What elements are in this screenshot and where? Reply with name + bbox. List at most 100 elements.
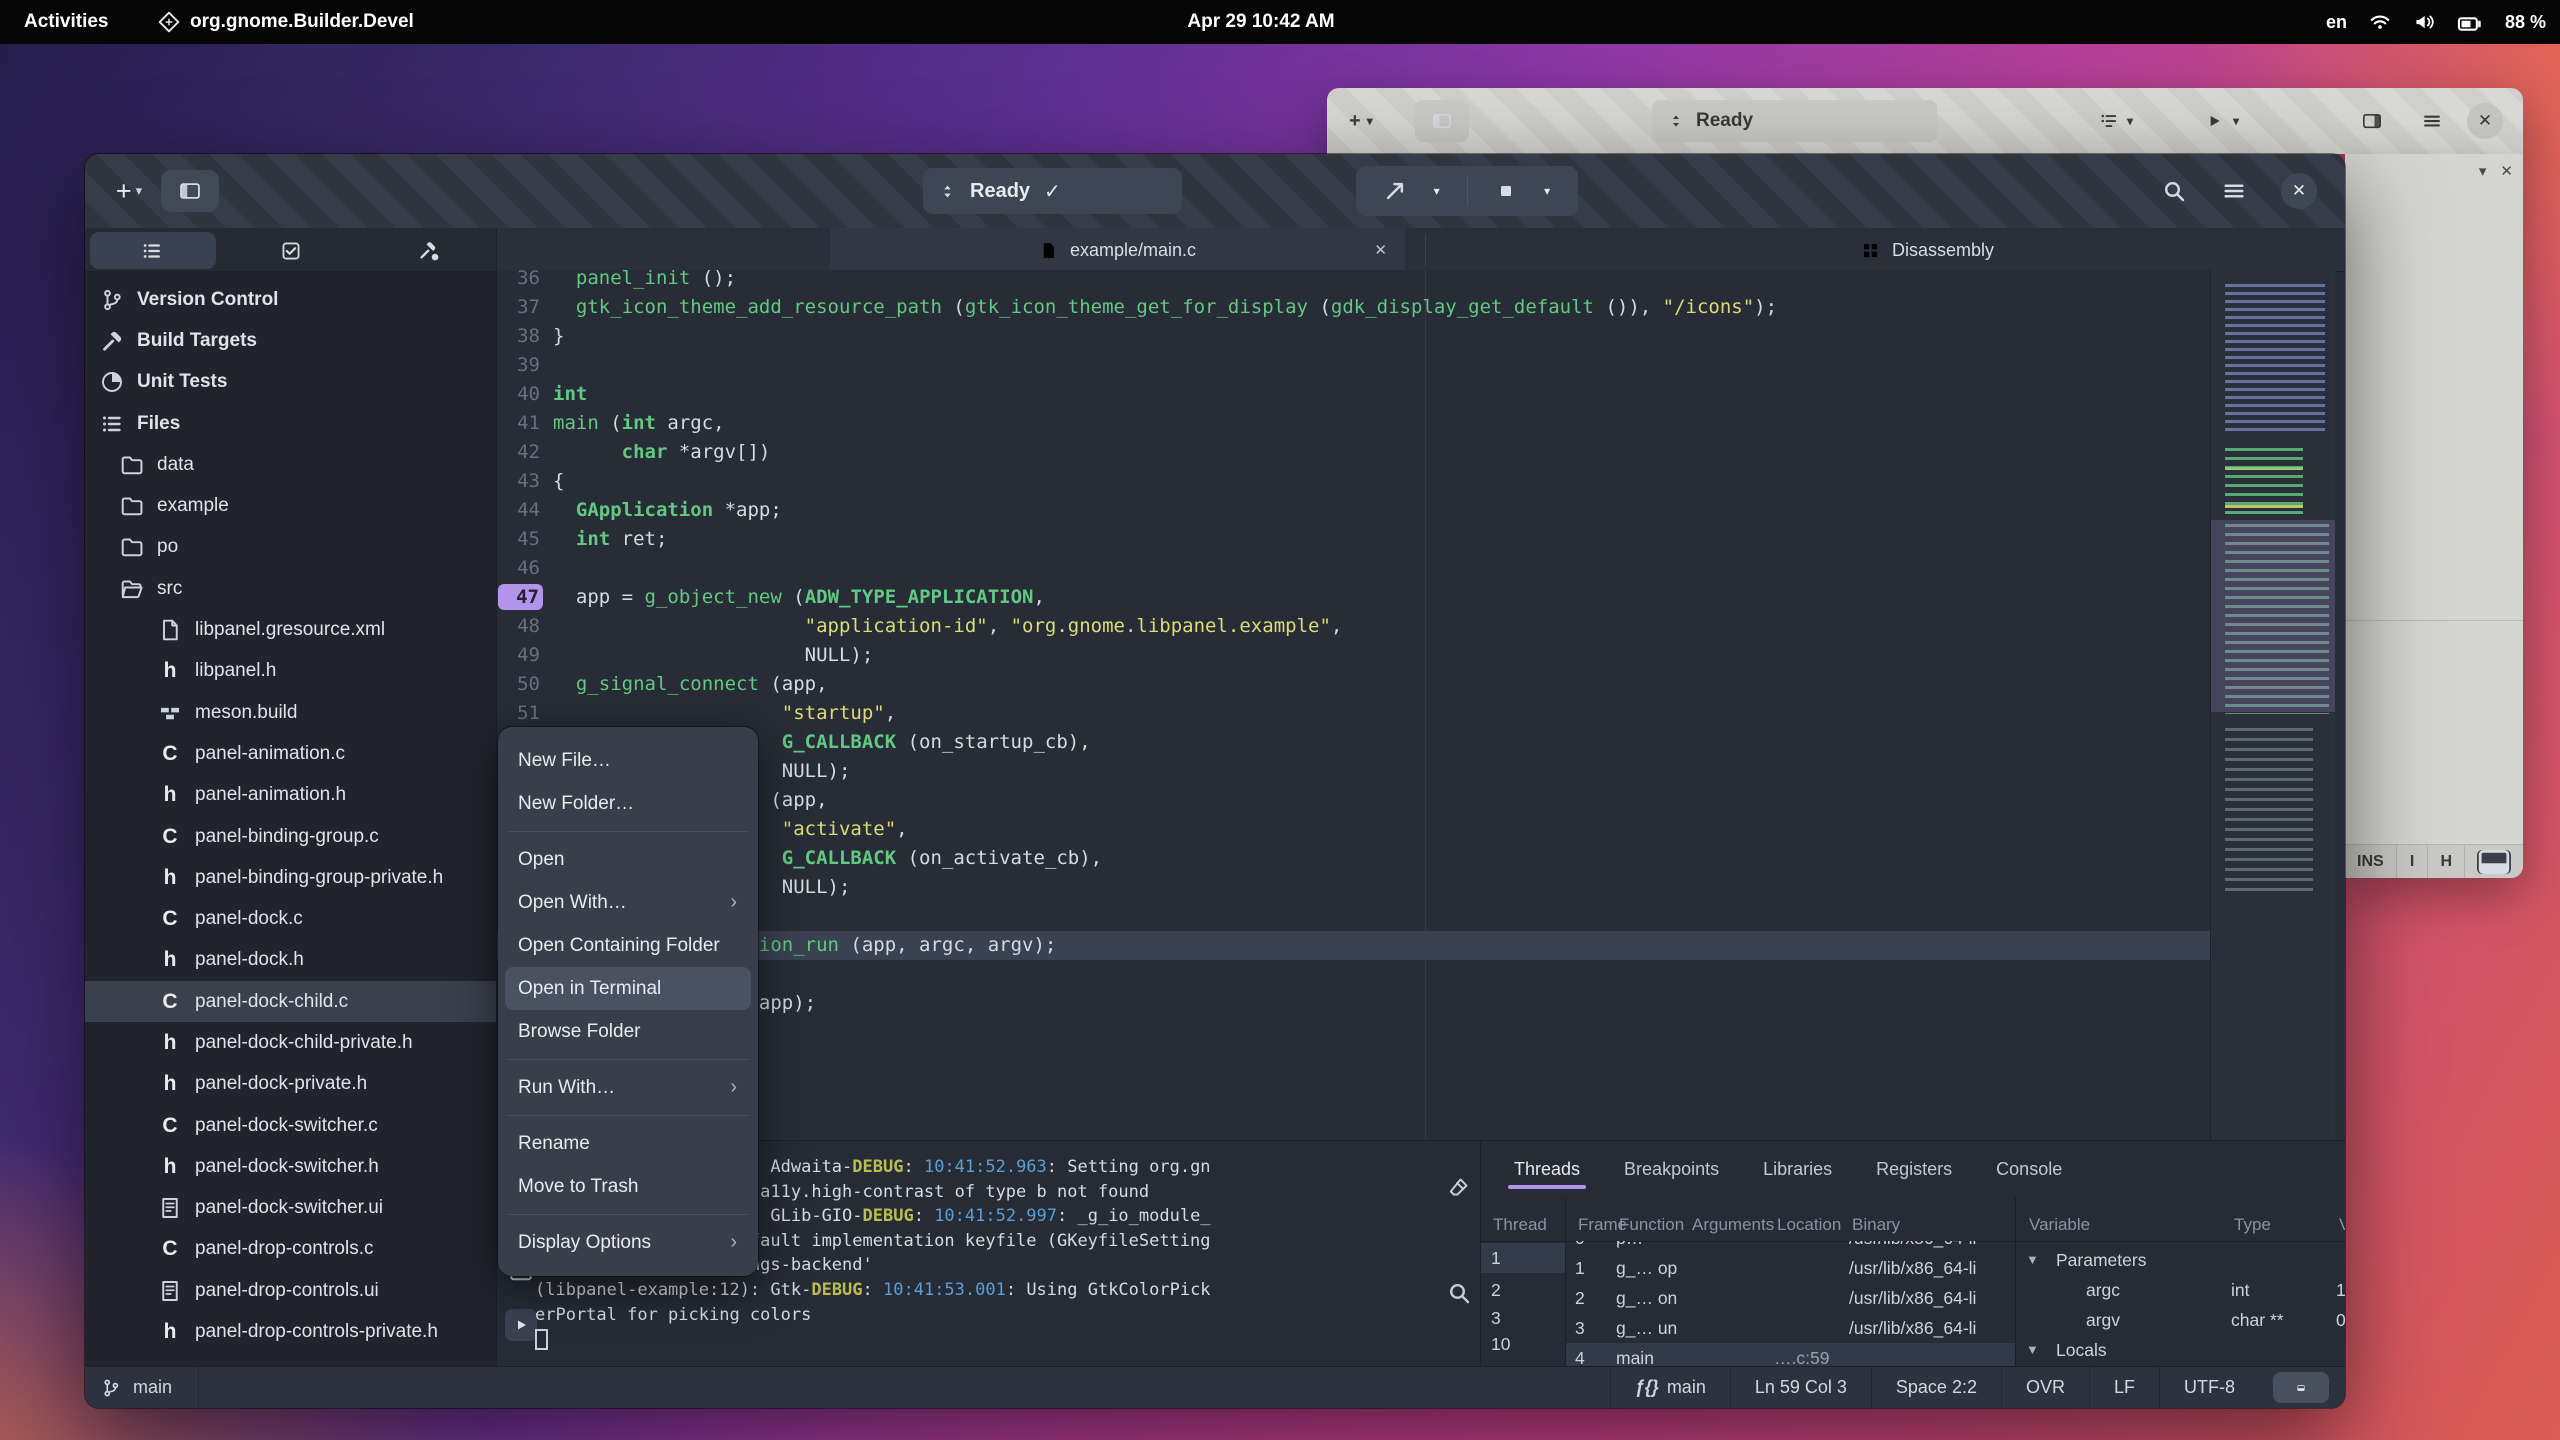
code-line-40[interactable]: 40int [497,380,2210,409]
debug-tab-registers[interactable]: Registers [1876,1159,1952,1180]
frame-row-1[interactable]: 1g_… op/usr/lib/x86_64-li [1566,1253,2015,1283]
status-space-2-2[interactable]: Space 2:2 [1871,1367,2001,1408]
code-line-47[interactable]: 47 app = g_object_new (ADW_TYPE_APPLICAT… [497,583,2210,612]
code-line-50[interactable]: 50 g_signal_connect (app, [497,670,2210,699]
bg-status-ins[interactable]: INS [2345,845,2397,878]
bg-toggle-panel-button[interactable] [2465,845,2523,878]
sidebar-item-example[interactable]: example [85,485,496,526]
sidebar-item-build-targets[interactable]: Build Targets [85,320,496,361]
bg-new-document-button[interactable]: +▾ [1349,88,1373,154]
toggle-left-panel-button[interactable] [161,170,219,212]
activities-button[interactable]: Activities [24,0,108,44]
thread-row-1[interactable]: 1 [1481,1243,1565,1273]
code-line-43[interactable]: 43{ [497,467,2210,496]
bg-toggle-right-panel-button[interactable] [2362,88,2382,154]
menu-item-display-options[interactable]: Display Options› [505,1221,751,1264]
code-line-48[interactable]: 48 "application-id", "org.gnome.libpanel… [497,612,2210,641]
sidebar-item-src[interactable]: src [85,568,496,609]
menu-item-open-with[interactable]: Open With…› [505,881,751,924]
run-icon[interactable] [1384,180,1406,202]
debug-tab-breakpoints[interactable]: Breakpoints [1624,1159,1719,1180]
sidebar-item-data[interactable]: data [85,444,496,485]
code-line-42[interactable]: 42 char *argv[]) [497,438,2210,467]
sidebar-item-meson-build[interactable]: meson.build [85,692,496,733]
bg-build-status-pill[interactable]: Ready [1652,100,1937,142]
thread-row-10[interactable]: 10 [1481,1329,1565,1359]
sidebar-tab-project-tree[interactable] [141,240,163,262]
sidebar-item-panel-animation-c[interactable]: Cpanel-animation.c [85,733,496,774]
menu-button[interactable] [2215,172,2253,210]
menu-item-open[interactable]: Open [505,838,751,881]
debug-tab-console[interactable]: Console [1996,1159,2062,1180]
menu-item-run-with[interactable]: Run With…› [505,1066,751,1109]
sidebar-item-panel-dock-child-private-h[interactable]: hpanel-dock-child-private.h [85,1022,496,1063]
tab-disassembly[interactable]: Disassembly [1510,228,2345,272]
sidebar-item-version-control[interactable]: Version Control [85,279,496,320]
stop-icon[interactable] [1496,181,1516,201]
sidebar-item-panel-animation-h[interactable]: hpanel-animation.h [85,775,496,816]
code-line-51[interactable]: 51 "startup", [497,699,2210,728]
sidebar-item-panel-drop-controls-c[interactable]: Cpanel-drop-controls.c [85,1229,496,1270]
sidebar-item-panel-dock-private-h[interactable]: hpanel-dock-private.h [85,1064,496,1105]
debug-tab-libraries[interactable]: Libraries [1763,1159,1832,1180]
code-line-41[interactable]: 41main (int argc, [497,409,2210,438]
sidebar-item-panel-binding-group-c[interactable]: Cpanel-binding-group.c [85,816,496,857]
sidebar-item-panel-dock-c[interactable]: Cpanel-dock.c [85,898,496,939]
code-line-39[interactable]: 39 [497,351,2210,380]
minimap-viewport[interactable] [2211,520,2335,712]
menu-item-open-in-terminal[interactable]: Open in Terminal [505,967,751,1010]
menu-item-new-file[interactable]: New File… [505,739,751,782]
sidebar-item-panel-dock-switcher-ui[interactable]: panel-dock-switcher.ui [85,1188,496,1229]
bg-build-target-button[interactable]: ▾ [2099,88,2133,154]
sidebar-item-panel-binding-group-private-h[interactable]: hpanel-binding-group-private.h [85,857,496,898]
code-line-46[interactable]: 46 [497,554,2210,583]
thread-row-2[interactable]: 2 [1481,1275,1565,1305]
expander-icon[interactable]: ▼ [2026,1245,2039,1275]
sidebar-item-panel-drop-controls-ui[interactable]: panel-drop-controls.ui [85,1270,496,1311]
code-line-45[interactable]: 45 int ret; [497,525,2210,554]
close-tab-icon[interactable]: ✕ [1374,241,1387,259]
sidebar-item-panel-dock-child-c[interactable]: Cpanel-dock-child.c [85,981,496,1022]
bg-status-i[interactable]: I [2397,845,2429,878]
log-run-button[interactable] [505,1309,537,1341]
variable-row-argv[interactable]: argvchar **0x7ffff… [2016,1305,2345,1335]
app-menu-button[interactable]: org.gnome.Builder.Devel [158,0,414,44]
code-line-44[interactable]: 44 GApplication *app; [497,496,2210,525]
code-line-36[interactable]: 36 panel_init (); [497,270,2210,293]
status-main[interactable]: ƒ{}main [1610,1367,1730,1408]
expander-icon[interactable]: ▼ [2026,1335,2039,1365]
menu-item-browse-folder[interactable]: Browse Folder [505,1010,751,1053]
code-line-38[interactable]: 38} [497,322,2210,351]
tab-example-main-c[interactable]: example/main.c ✕ [830,228,1405,272]
sidebar-item-libpanel-gresource-xml[interactable]: libpanel.gresource.xml [85,609,496,650]
sidebar-item-panel-dock-h[interactable]: hpanel-dock.h [85,940,496,981]
branch-button[interactable]: main [85,1367,199,1408]
status-utf-8[interactable]: UTF-8 [2159,1367,2259,1408]
breakpoint-line-number[interactable]: 47 [498,584,543,610]
toggle-bottom-panel-button[interactable] [2273,1372,2329,1403]
variable-row-locals[interactable]: ▼Locals [2016,1335,2345,1365]
status-ovr[interactable]: OVR [2001,1367,2089,1408]
search-button[interactable] [2155,172,2193,210]
chevron-down-icon[interactable]: ▾ [1434,184,1440,198]
sidebar-tab-build-issues[interactable] [418,240,440,262]
code-line-49[interactable]: 49 NULL); [497,641,2210,670]
bg-panel-controls[interactable]: ▾✕ [2479,162,2513,180]
new-document-button[interactable]: +▾ [103,168,155,214]
clear-log-icon[interactable] [1447,1175,1471,1199]
sidebar-item-po[interactable]: po [85,527,496,568]
build-status-pill[interactable]: Ready ✓ [923,168,1182,214]
frame-row-4[interactable]: 4main….c:59 [1566,1343,2015,1367]
variable-row-argc[interactable]: argcint1 [2016,1275,2345,1305]
sidebar-item-panel-dock-switcher-c[interactable]: Cpanel-dock-switcher.c [85,1105,496,1146]
frame-row-0[interactable]: 0p…/usr/lib/x86_64-li [1566,1241,2015,1253]
system-status-area[interactable]: en 88 % [2326,0,2546,44]
bg-menu-button[interactable] [2422,88,2442,154]
bg-status-h[interactable]: H [2428,845,2465,878]
bg-close-button[interactable]: ✕ [2467,103,2503,139]
menu-item-move-to-trash[interactable]: Move to Trash [505,1165,751,1208]
sidebar-item-panel-dock-switcher-h[interactable]: hpanel-dock-switcher.h [85,1146,496,1187]
variable-row-parameters[interactable]: ▼Parameters [2016,1245,2345,1275]
menu-item-open-containing-folder[interactable]: Open Containing Folder [505,924,751,967]
bg-toggle-left-panel-button[interactable] [1415,100,1469,142]
